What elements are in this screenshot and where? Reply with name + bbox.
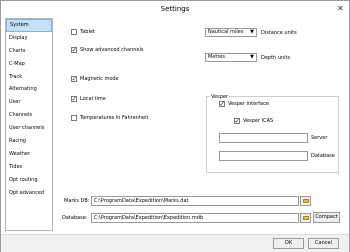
sidebar-item-charts[interactable]: Charts (6, 45, 52, 58)
cancel-button[interactable]: Cancel (308, 238, 339, 249)
vesper-interface-checkbox[interactable] (219, 100, 225, 108)
local-time-option[interactable]: Local time (71, 95, 106, 103)
magnetic-mode-option[interactable]: Magnetic mode (71, 75, 119, 83)
ok-button[interactable]: OK (273, 238, 304, 249)
marks-db-label: Marks DB: (64, 198, 90, 204)
local-time-checkbox[interactable] (71, 95, 77, 103)
depth-units-value: Metres (208, 54, 225, 60)
database-label: Database: (62, 215, 88, 221)
sidebar-item-racing[interactable]: Racing (6, 135, 52, 148)
database-server-input[interactable] (219, 151, 308, 161)
vesper-icas-label: Vesper ICAS (243, 118, 274, 124)
folder-icon (303, 199, 309, 203)
tablet-option[interactable]: Tablet (71, 29, 95, 35)
vesper-interface-label: Vesper interface (228, 101, 269, 107)
magnetic-mode-label: Magnetic mode (80, 76, 119, 82)
show-advanced-channels-option[interactable]: Show advanced channels (71, 46, 144, 54)
sidebar-item-display[interactable]: Display (6, 32, 52, 45)
server-label: Server (311, 135, 328, 141)
database-input[interactable]: C:\ProgramData\Expedition\Expedition.mdb (91, 213, 299, 223)
tablet-label: Tablet (80, 29, 95, 35)
sidebar-item-weather[interactable]: Weather (6, 148, 52, 161)
sidebar-item-user[interactable]: User (6, 96, 52, 109)
distance-units-label: Distance units (261, 30, 297, 36)
show-advanced-channels-checkbox[interactable] (71, 46, 77, 54)
vesper-group: Vesper Vesper interface Vesper ICAS Serv… (206, 94, 339, 173)
marks-db-browse-button[interactable] (300, 196, 311, 206)
tablet-checkbox[interactable] (71, 29, 77, 35)
sidebar-item-system[interactable]: System (6, 19, 52, 32)
settings-window: Settings ✕ System Display Charts C-Map T… (0, 0, 350, 252)
compact-button[interactable]: Compact (313, 212, 340, 223)
window-title: Settings (160, 5, 190, 13)
close-icon[interactable]: ✕ (335, 4, 346, 14)
show-advanced-channels-label: Show advanced channels (80, 47, 144, 53)
vesper-interface-option[interactable]: Vesper interface (219, 100, 269, 108)
temperatures-fahrenheit-checkbox[interactable] (71, 115, 77, 121)
chevron-down-icon: ▼ (250, 29, 254, 35)
vesper-icas-checkbox[interactable] (234, 117, 240, 125)
vesper-icas-option[interactable]: Vesper ICAS (234, 117, 274, 125)
distance-units-select[interactable]: Nautical miles ▼ (205, 28, 257, 37)
magnetic-mode-checkbox[interactable] (71, 75, 77, 83)
database-browse-button[interactable] (300, 213, 311, 223)
folder-icon (303, 216, 309, 220)
sidebar-item-user-channels[interactable]: User channels (6, 122, 52, 135)
distance-units-value: Nautical miles (208, 29, 244, 35)
chevron-down-icon: ▼ (250, 54, 254, 60)
depth-units-label: Depth units (261, 55, 291, 61)
sidebar-item-tides[interactable]: Tides (6, 161, 52, 174)
button-bar: OK Cancel (1, 234, 349, 252)
local-time-label: Local time (80, 96, 106, 102)
marks-db-input[interactable]: C:\ProgramData\Expedition\Marks.dat (91, 196, 299, 206)
title-bar: Settings ✕ (1, 1, 349, 18)
sidebar-item-channels[interactable]: Channels (6, 109, 52, 122)
temperatures-fahrenheit-label: Temperatures in Fahrenheit (80, 115, 149, 121)
sidebar-item-track[interactable]: Track (6, 71, 52, 84)
sidebar-item-opt-advanced[interactable]: Opt advanced (6, 187, 52, 200)
server-input[interactable] (219, 133, 308, 143)
sidebar-item-c-map[interactable]: C-Map (6, 58, 52, 71)
sidebar-item-alternating[interactable]: Alternating (6, 83, 52, 96)
database-server-label: Database (311, 153, 335, 159)
depth-units-select[interactable]: Metres ▼ (205, 53, 257, 62)
sidebar-item-opt-routing[interactable]: Opt routing (6, 174, 52, 187)
settings-sidebar: System Display Charts C-Map Track Altern… (5, 18, 53, 231)
temperatures-fahrenheit-option[interactable]: Temperatures in Fahrenheit (71, 115, 148, 121)
